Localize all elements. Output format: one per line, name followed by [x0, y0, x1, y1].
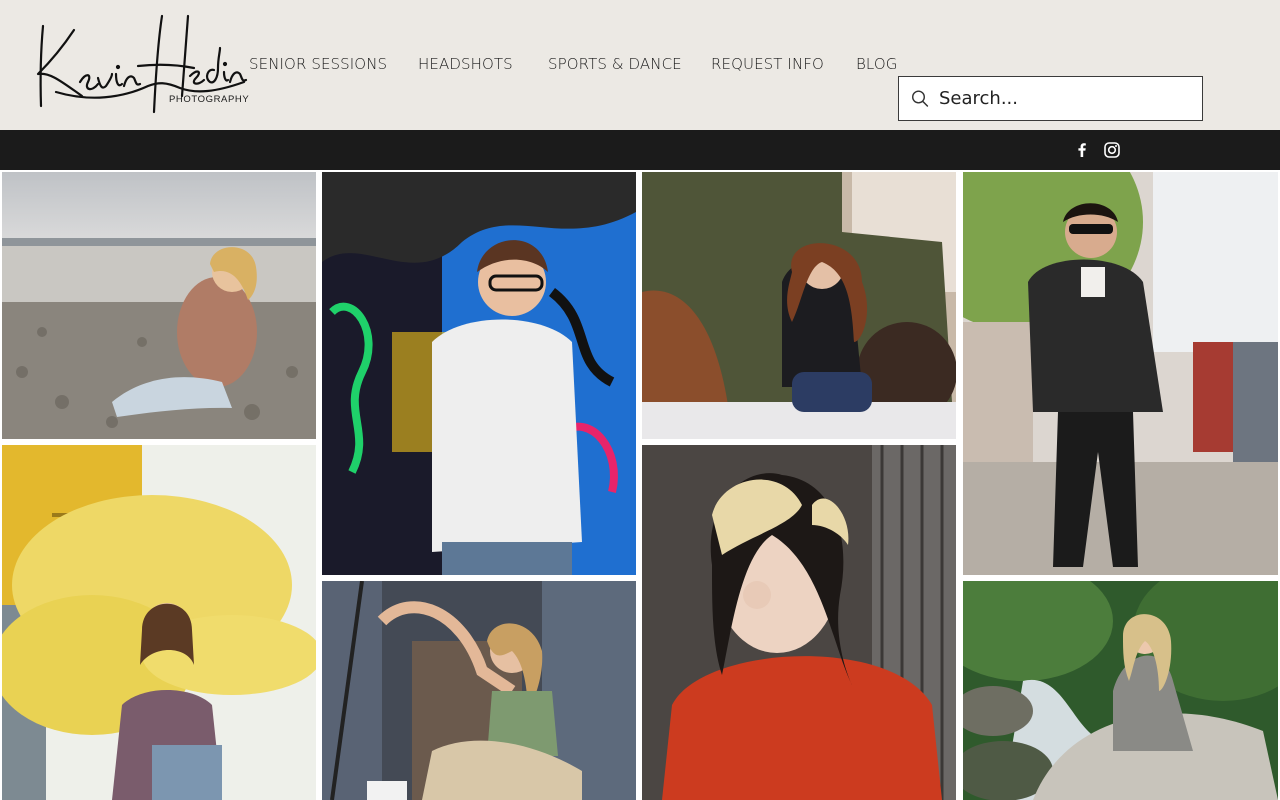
gallery-photo-truck[interactable] [642, 172, 956, 439]
gallery-photo-creek[interactable] [963, 581, 1278, 800]
site-header: PHOTOGRAPHY SENIOR SESSIONS HEADSHOTS SP… [0, 0, 1280, 130]
nav-sports-dance[interactable]: SPORTS & DANCE [548, 54, 682, 74]
gallery-photo-red-hoodie[interactable] [642, 445, 956, 800]
facebook-icon[interactable] [1072, 140, 1092, 160]
search-input[interactable] [939, 77, 1194, 120]
brand-logo[interactable]: PHOTOGRAPHY [30, 12, 250, 116]
gallery-photo-yellow-smoke[interactable] [2, 445, 316, 800]
search-icon[interactable] [910, 89, 930, 109]
gallery-photo-graffiti[interactable] [322, 172, 636, 575]
brand-subtitle: PHOTOGRAPHY [169, 94, 250, 105]
search-box[interactable] [898, 76, 1203, 121]
instagram-icon[interactable] [1102, 140, 1122, 160]
gallery-photo-suit[interactable] [963, 172, 1278, 575]
gallery-photo-beach[interactable] [2, 172, 316, 439]
nav-request-info[interactable]: REQUEST INFO [711, 54, 824, 74]
nav-headshots[interactable]: HEADSHOTS [418, 54, 513, 74]
nav-blog[interactable]: BLOG [856, 54, 897, 74]
gallery-photo-door[interactable] [322, 581, 636, 800]
nav-senior-sessions[interactable]: SENIOR SESSIONS [249, 54, 387, 74]
